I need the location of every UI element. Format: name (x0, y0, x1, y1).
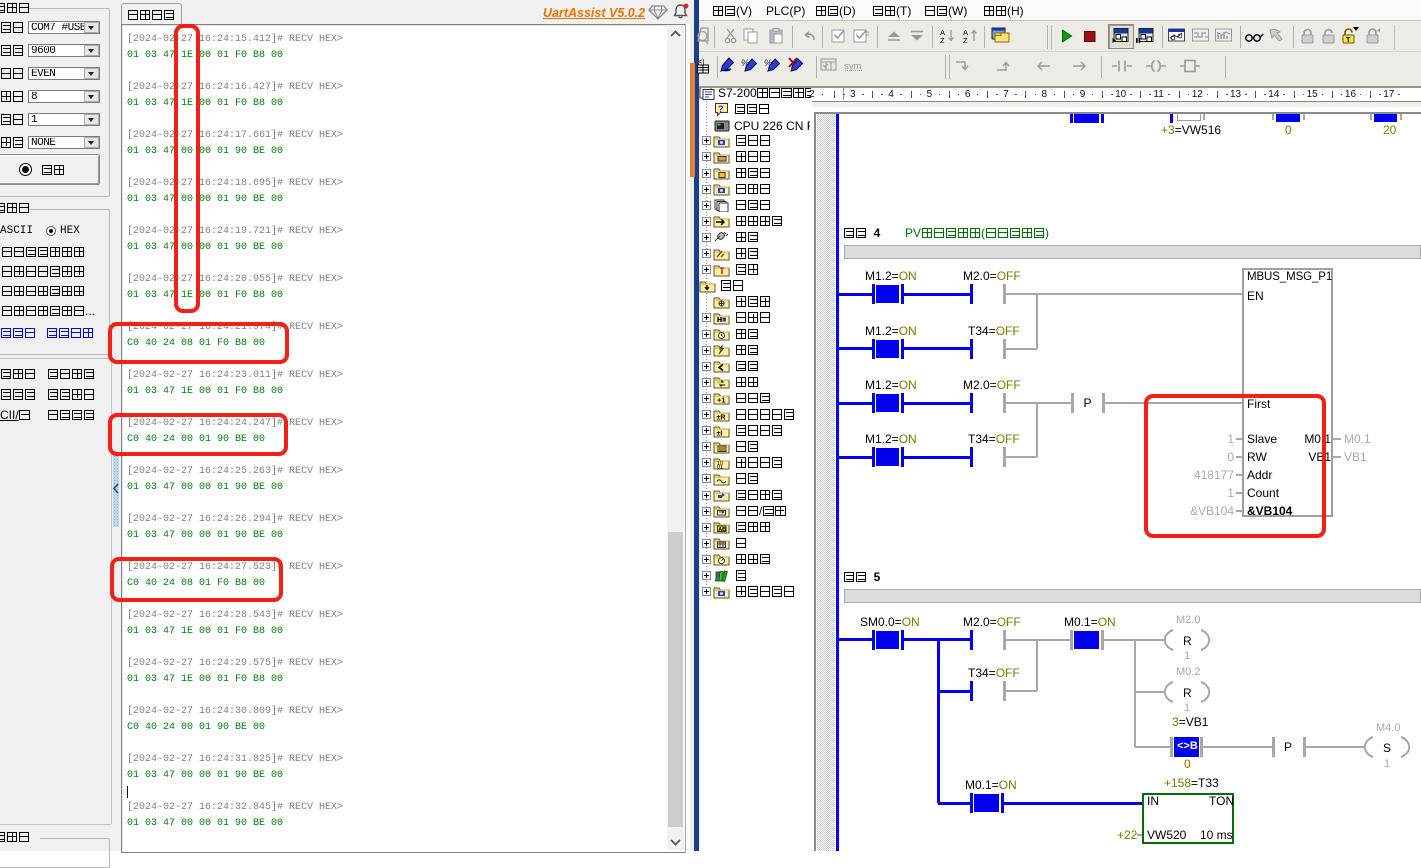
svg-text:Z: Z (940, 36, 945, 44)
svg-text:?: ? (718, 104, 724, 114)
svg-text:+1: +1 (717, 396, 726, 405)
svg-text:sym: sym (844, 61, 862, 72)
svg-text:AB: AB (718, 527, 726, 533)
svg-text:S: S (1383, 741, 1391, 755)
svg-text:R: R (1183, 634, 1192, 648)
svg-text:Z: Z (963, 36, 968, 44)
svg-text:T: T (1346, 37, 1351, 44)
svg-text:±R: ±R (717, 414, 726, 421)
svg-text:R: R (1183, 686, 1192, 700)
svg-text:01: 01 (717, 464, 723, 470)
svg-text:±I: ±I (717, 430, 723, 437)
